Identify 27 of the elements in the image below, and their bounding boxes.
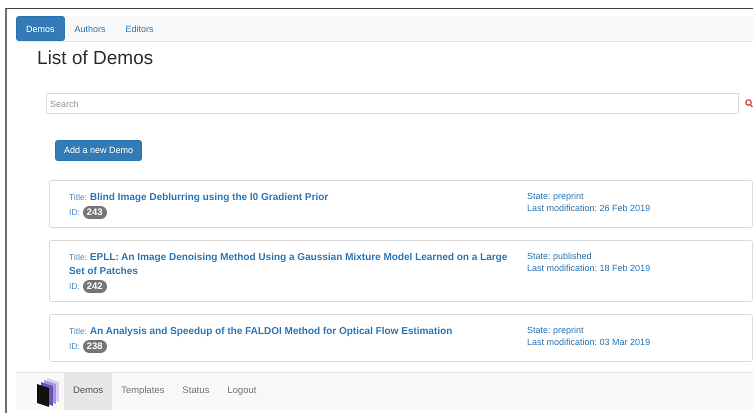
logo-icon [36,376,60,406]
last-modification: Last modification: 03 Mar 2019 [527,336,650,348]
demo-title[interactable]: Title: EPLL: An Image Denoising Method Using a Gaussian Mixture Model Learned on a Large Set of Patches [69,250,524,279]
id-label: ID: [69,341,80,351]
footer-nav-link[interactable]: Status [173,373,218,410]
last-modification: Last modification: 18 Feb 2019 [527,262,650,274]
add-demo-button[interactable]: Add a new Demo [55,140,142,161]
demo-state: State: published [527,250,593,262]
id-badge: 243 [82,206,107,219]
demo-title[interactable]: Title: An Analysis and Speedup of the FALDOI Method for Optical Flow Estimation [69,324,524,339]
nav-tab[interactable]: Authors [64,16,116,41]
footer-nav-link[interactable]: Demos [64,373,112,410]
demo-state: State: preprint [527,190,585,202]
id-badge: 238 [82,340,107,353]
last-modification: Last modification: 26 Feb 2019 [527,202,650,214]
search-field[interactable]: Search [46,93,739,114]
footer-nav-link[interactable]: Logout [218,373,266,410]
demo-state: State: preprint [527,324,585,336]
id-label: ID: [69,207,80,217]
footer-nav-link[interactable]: Templates [112,373,174,410]
nav-tab[interactable]: Editors [116,16,164,41]
id-badge: 242 [82,280,107,293]
nav-tab[interactable]: Demos [16,16,65,41]
id-label: ID: [69,281,80,291]
search-icon[interactable] [745,99,753,108]
demo-title[interactable]: Title: Blind Image Deblurring using the l0 Gradient Prior [69,190,524,205]
page-heading: List of Demos [37,47,154,71]
